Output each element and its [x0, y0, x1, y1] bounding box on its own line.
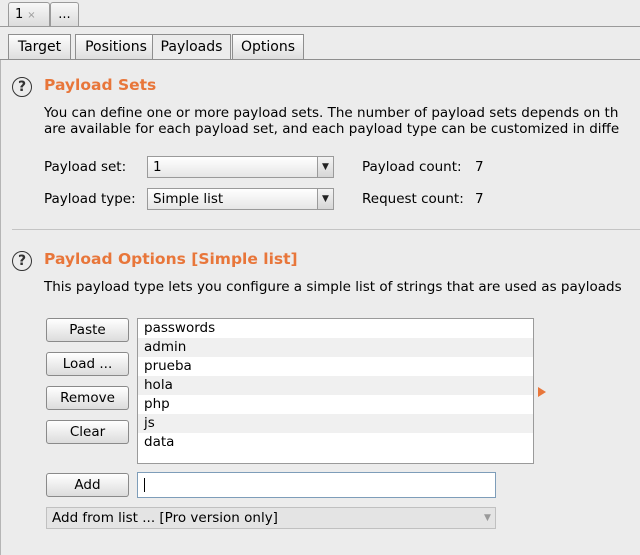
payload-count-value: 7 — [475, 159, 484, 175]
payload-count-label: Payload count: — [362, 159, 462, 175]
list-item[interactable]: admin — [138, 338, 533, 357]
tab-target[interactable]: Target — [8, 34, 71, 59]
section-title-payload-options: Payload Options [Simple list] — [44, 250, 298, 268]
chevron-down-icon: ▼ — [317, 157, 333, 177]
list-item[interactable]: data — [138, 433, 533, 452]
orange-arrow-icon[interactable] — [538, 387, 546, 397]
list-item[interactable]: hola — [138, 376, 533, 395]
attack-tab-1[interactable]: 1 × — [8, 2, 50, 26]
tab-payloads[interactable]: Payloads — [152, 34, 231, 60]
request-count-label: Request count: — [362, 191, 464, 207]
load-button[interactable]: Load ... — [46, 352, 129, 376]
help-icon[interactable]: ? — [12, 77, 32, 97]
request-count-value: 7 — [475, 191, 484, 207]
payload-options-description: This payload type lets you configure a s… — [44, 279, 622, 295]
clear-button[interactable]: Clear — [46, 420, 129, 444]
section-divider — [12, 229, 640, 230]
attack-tab-label: 1 — [15, 7, 24, 22]
close-icon[interactable]: × — [27, 10, 35, 21]
list-item[interactable]: js — [138, 414, 533, 433]
payload-type-value: Simple list — [153, 191, 224, 207]
text-cursor — [144, 478, 145, 492]
section-title-payload-sets: Payload Sets — [44, 76, 157, 94]
tab-positions[interactable]: Positions — [75, 34, 157, 59]
paste-button[interactable]: Paste — [46, 318, 129, 342]
list-item[interactable]: php — [138, 395, 533, 414]
payload-set-select[interactable]: 1 ▼ — [147, 156, 334, 178]
add-button[interactable]: Add — [46, 473, 129, 497]
chevron-down-icon: ▼ — [484, 513, 491, 523]
chevron-down-icon: ▼ — [317, 189, 333, 209]
tab-options[interactable]: Options — [232, 34, 304, 59]
add-from-list-label: Add from list ... [Pro version only] — [52, 510, 278, 526]
payload-sets-description-line2: are available for each payload set, and … — [44, 121, 620, 137]
tab-strip-border — [0, 26, 640, 27]
list-item[interactable]: passwords — [138, 319, 533, 338]
payload-list[interactable]: passwords admin prueba hola php js data — [137, 318, 534, 464]
remove-button[interactable]: Remove — [46, 386, 129, 410]
list-item[interactable]: prueba — [138, 357, 533, 376]
add-payload-input[interactable] — [137, 472, 496, 498]
add-from-list-select[interactable]: Add from list ... [Pro version only] ▼ — [46, 507, 496, 529]
new-tab-button[interactable]: ... — [50, 2, 79, 26]
payload-set-value: 1 — [153, 159, 162, 175]
payload-sets-description-line1: You can define one or more payload sets.… — [44, 105, 619, 121]
payload-type-label: Payload type: — [44, 191, 136, 207]
help-icon[interactable]: ? — [12, 251, 32, 271]
payload-set-label: Payload set: — [44, 159, 127, 175]
payload-type-select[interactable]: Simple list ▼ — [147, 188, 334, 210]
